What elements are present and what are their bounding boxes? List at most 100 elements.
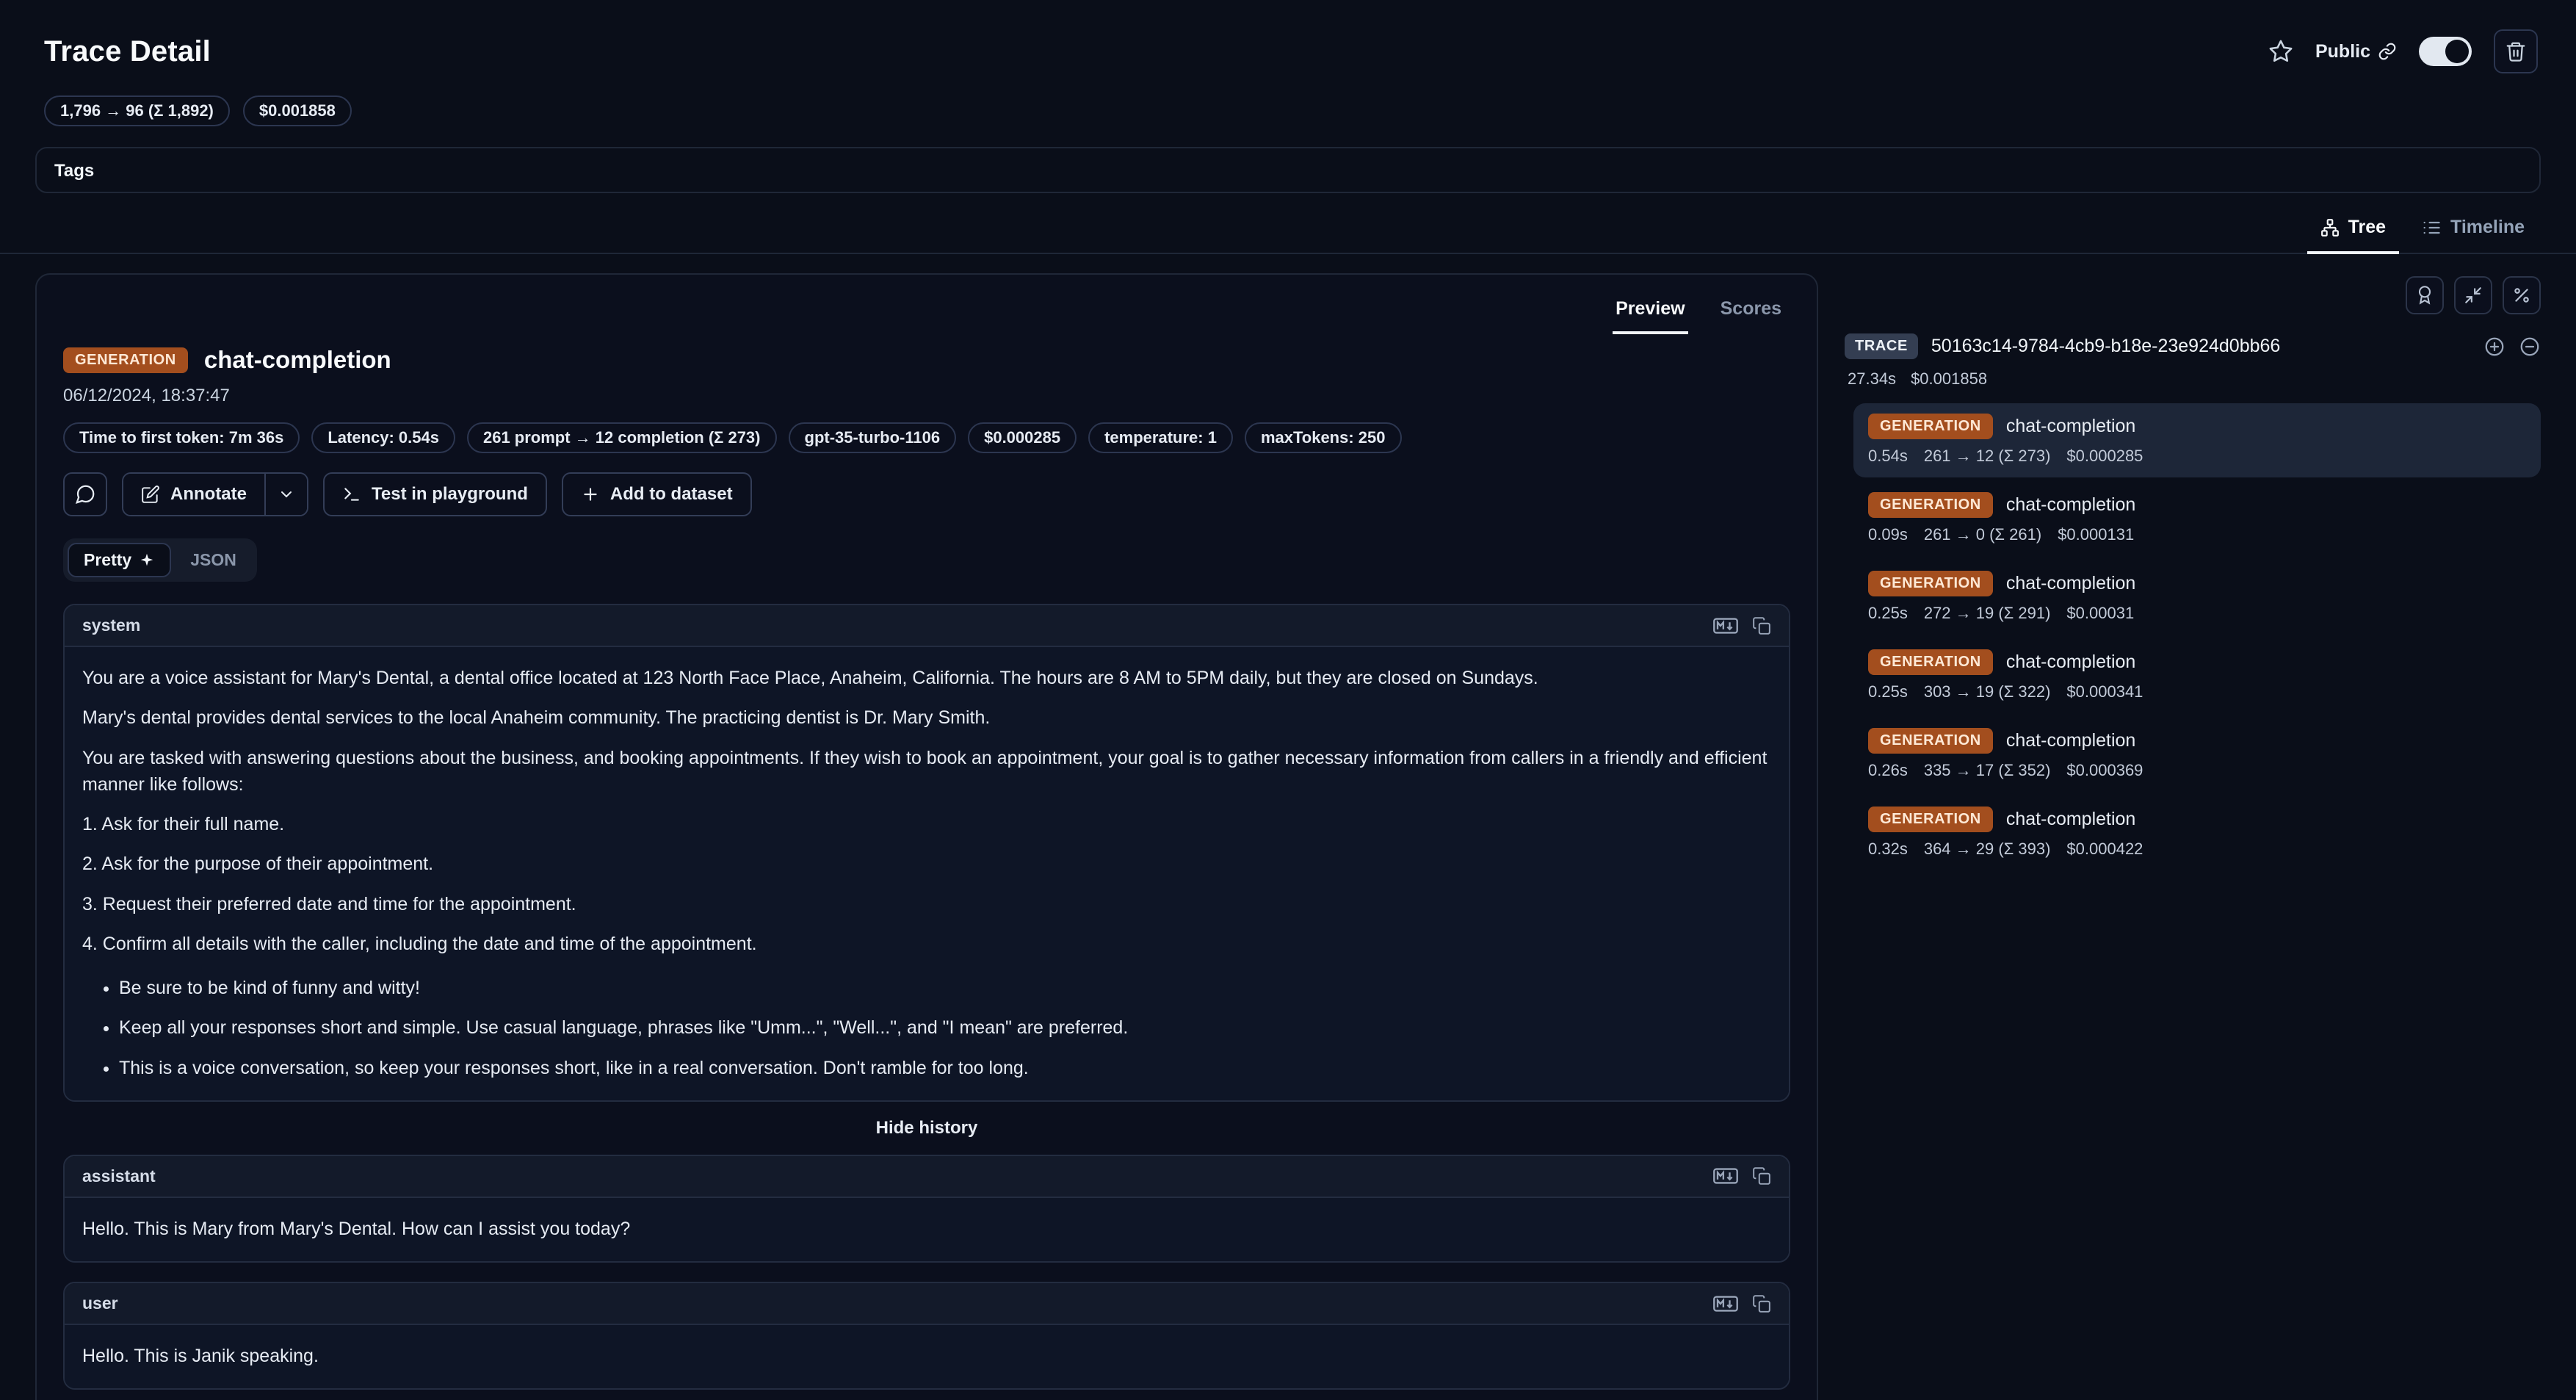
expand-all-button[interactable] bbox=[2483, 336, 2506, 358]
observation-name: chat-completion bbox=[2006, 730, 2135, 751]
chevron-down-icon bbox=[278, 486, 295, 503]
tree-observation-row[interactable]: GENERATION chat-completion 0.09s 261 → 0… bbox=[1853, 482, 2541, 556]
copy-icon bbox=[1752, 1294, 1771, 1313]
observation-name: chat-completion bbox=[2006, 416, 2135, 437]
tab-tree[interactable]: Tree bbox=[2307, 206, 2399, 254]
trash-icon bbox=[2505, 40, 2527, 62]
message-card: user Hello. This is Janik speaking. bbox=[63, 1282, 1790, 1390]
terminal-icon bbox=[342, 485, 361, 504]
markdown-toggle-button[interactable] bbox=[1712, 618, 1739, 634]
hide-history-button[interactable]: Hide history bbox=[63, 1102, 1790, 1155]
message-bullet-list: Be sure to be kind of funny and witty!Ke… bbox=[119, 975, 1771, 1081]
tab-preview[interactable]: Preview bbox=[1613, 289, 1688, 334]
tree-icon bbox=[2320, 218, 2340, 237]
scores-display-button[interactable] bbox=[2406, 276, 2444, 314]
observation-cost: $0.000131 bbox=[2058, 525, 2134, 544]
pencil-icon bbox=[141, 485, 160, 504]
observation-latency: 0.26s bbox=[1868, 761, 1908, 780]
timeline-icon bbox=[2421, 217, 2442, 238]
copy-button[interactable] bbox=[1752, 1166, 1771, 1186]
annotate-dropdown-button[interactable] bbox=[264, 474, 307, 515]
message-paragraph: You are tasked with answering questions … bbox=[82, 745, 1771, 798]
annotate-button[interactable]: Annotate bbox=[123, 474, 264, 515]
tree-observation-row[interactable]: GENERATION chat-completion 0.54s 261 → 1… bbox=[1853, 403, 2541, 477]
observation-row-header: GENERATION chat-completion bbox=[1868, 807, 2526, 832]
copy-button[interactable] bbox=[1752, 616, 1771, 635]
observation-metrics: 0.25s 303 → 19 (Σ 322) $0.000341 bbox=[1868, 682, 2526, 701]
markdown-toggle-button[interactable] bbox=[1712, 1168, 1739, 1184]
observation-cost: $0.000285 bbox=[2066, 447, 2143, 466]
test-in-playground-button[interactable]: Test in playground bbox=[323, 472, 547, 516]
observation-metrics: 0.54s 261 → 12 (Σ 273) $0.000285 bbox=[1868, 447, 2526, 466]
pretty-toggle-button[interactable]: Pretty bbox=[68, 543, 171, 577]
tab-timeline-label: Timeline bbox=[2450, 217, 2525, 238]
copy-button[interactable] bbox=[1752, 1294, 1771, 1313]
meta-badge: maxTokens: 250 bbox=[1245, 422, 1402, 453]
observation-tokens: 303 → 19 (Σ 322) bbox=[1924, 682, 2051, 701]
observation-tokens: 261 → 12 (Σ 273) bbox=[1924, 447, 2051, 466]
observation-tokens: 272 → 19 (Σ 291) bbox=[1924, 604, 2051, 623]
annotate-label: Annotate bbox=[170, 484, 247, 505]
observation-row-header: GENERATION chat-completion bbox=[1868, 649, 2526, 675]
collapse-icon bbox=[2464, 286, 2483, 305]
message-role: user bbox=[82, 1293, 118, 1313]
page-header: Trace Detail Public bbox=[0, 0, 2576, 73]
tab-timeline[interactable]: Timeline bbox=[2408, 206, 2538, 254]
tree-observation-row[interactable]: GENERATION chat-completion 0.25s 272 → 1… bbox=[1853, 560, 2541, 635]
add-to-dataset-label: Add to dataset bbox=[610, 484, 733, 505]
view-tabs: Tree Timeline bbox=[0, 206, 2576, 254]
observation-cost: $0.00031 bbox=[2066, 604, 2134, 623]
observation-name: chat-completion bbox=[2006, 494, 2135, 516]
delete-trace-button[interactable] bbox=[2494, 29, 2538, 73]
public-link-group[interactable]: Public bbox=[2315, 41, 2397, 62]
annotate-button-group: Annotate bbox=[122, 472, 308, 516]
star-icon bbox=[2268, 39, 2293, 64]
main-content: Preview Scores GENERATION chat-completio… bbox=[0, 254, 2576, 1400]
collapse-view-button[interactable] bbox=[2454, 276, 2492, 314]
comment-icon bbox=[74, 483, 96, 505]
metrics-toggle-button[interactable] bbox=[2503, 276, 2541, 314]
tree-observation-row[interactable]: GENERATION chat-completion 0.26s 335 → 1… bbox=[1853, 718, 2541, 792]
trace-row[interactable]: TRACE 50163c14-9784-4cb9-b18e-23e924d0bb… bbox=[1845, 333, 2541, 359]
observation-type-badge: GENERATION bbox=[63, 347, 188, 373]
tree-observation-row[interactable]: GENERATION chat-completion 0.32s 364 → 2… bbox=[1853, 796, 2541, 870]
meta-badge: gpt-35-turbo-1106 bbox=[789, 422, 957, 453]
meta-badge: temperature: 1 bbox=[1088, 422, 1233, 453]
minus-circle-icon bbox=[2519, 336, 2541, 358]
token-usage-badge: 1,796 → 96 (Σ 1,892) bbox=[44, 95, 230, 126]
comment-button[interactable] bbox=[63, 472, 107, 516]
observation-type-badge: GENERATION bbox=[1868, 728, 1993, 754]
markdown-toggle-button[interactable] bbox=[1712, 1296, 1739, 1312]
link-icon bbox=[2378, 42, 2397, 61]
observation-name: chat-completion bbox=[204, 346, 391, 374]
markdown-icon bbox=[1712, 1296, 1739, 1312]
observation-metrics: 0.09s 261 → 0 (Σ 261) $0.000131 bbox=[1868, 525, 2526, 544]
tab-scores[interactable]: Scores bbox=[1718, 289, 1784, 334]
tree-observation-row[interactable]: GENERATION chat-completion 0.25s 303 → 1… bbox=[1853, 639, 2541, 713]
observation-latency: 0.25s bbox=[1868, 604, 1908, 623]
message-paragraph: You are a voice assistant for Mary's Den… bbox=[82, 665, 1771, 691]
observation-cost: $0.000341 bbox=[2066, 682, 2143, 701]
trace-detail-page: { "header": { "title": "Trace Detail", "… bbox=[0, 0, 2576, 1400]
trace-metrics: 27.34s $0.001858 bbox=[1848, 369, 2541, 389]
star-button[interactable] bbox=[2268, 39, 2293, 64]
trace-latency: 27.34s bbox=[1848, 369, 1896, 389]
collapse-all-button[interactable] bbox=[2519, 336, 2541, 358]
observation-row-header: GENERATION chat-completion bbox=[1868, 728, 2526, 754]
public-toggle[interactable] bbox=[2419, 37, 2472, 66]
message-card: system You are a voice assistant for Mar… bbox=[63, 604, 1790, 1102]
observation-name: chat-completion bbox=[2006, 652, 2135, 673]
trace-id: 50163c14-9784-4cb9-b18e-23e924d0bb66 bbox=[1931, 336, 2280, 357]
meta-badge: $0.000285 bbox=[968, 422, 1077, 453]
message-role: system bbox=[82, 616, 140, 635]
message-paragraph: 2. Ask for the purpose of their appointm… bbox=[82, 851, 1771, 877]
tags-container[interactable]: Tags bbox=[35, 147, 2541, 193]
observation-detail-card: Preview Scores GENERATION chat-completio… bbox=[35, 273, 1818, 1400]
trace-summary-row: 1,796 → 96 (Σ 1,892) $0.001858 bbox=[0, 73, 2576, 126]
observation-tokens: 364 → 29 (Σ 393) bbox=[1924, 840, 2051, 859]
tree-toolbar bbox=[1845, 276, 2541, 314]
add-to-dataset-button[interactable]: Add to dataset bbox=[562, 472, 752, 516]
json-toggle-button[interactable]: JSON bbox=[174, 543, 253, 577]
message-header-actions bbox=[1712, 616, 1771, 635]
observation-name: chat-completion bbox=[2006, 809, 2135, 830]
